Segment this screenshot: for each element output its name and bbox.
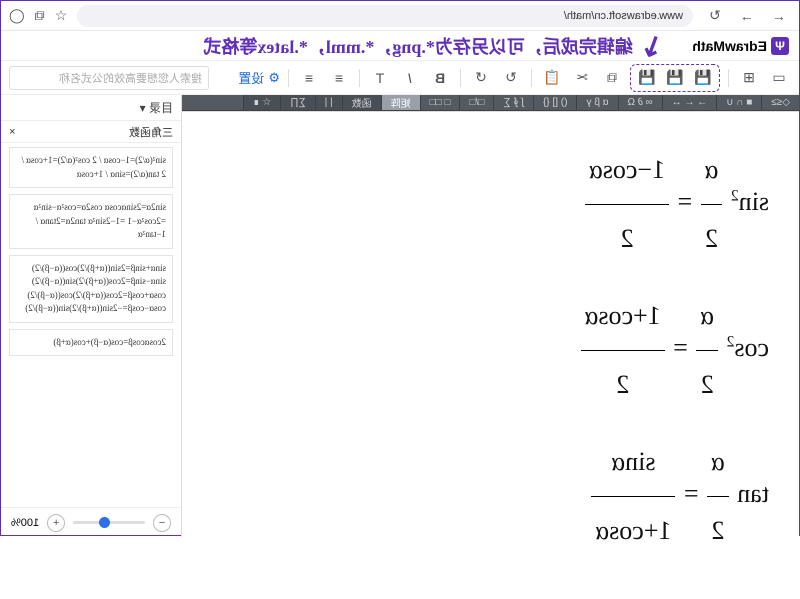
symbol-tab[interactable]: | | bbox=[315, 95, 342, 110]
copy-button[interactable]: ⧉ bbox=[600, 67, 624, 89]
logo-text: EdrawMath bbox=[692, 38, 767, 54]
ext-icon[interactable]: ⧉ bbox=[35, 7, 45, 24]
formula-card[interactable]: 2cosαcosβ=cos(α−β)+cos(α+β) bbox=[9, 329, 173, 357]
address-bar[interactable]: www.edrawsoft.cn/math/ bbox=[77, 5, 693, 27]
nav-fwd-icon[interactable]: → bbox=[735, 5, 759, 27]
browser-chrome: ← → ↻ www.edrawsoft.cn/math/ ☆ ⧉ ◯ bbox=[1, 1, 799, 31]
open-folder-button[interactable]: ▭ bbox=[767, 67, 791, 89]
equation-1: sin2 α2 = 1−cosα2 bbox=[212, 136, 769, 272]
separator bbox=[460, 69, 461, 87]
sidebar-subheader: 三角函数 × bbox=[1, 121, 181, 143]
sidebar-subheader-label: 三角函数 bbox=[129, 124, 173, 140]
cut-button[interactable]: ✂ bbox=[570, 67, 594, 89]
annotation-arrow-icon: ↘ bbox=[635, 26, 670, 66]
logo: Ψ EdrawMath bbox=[692, 37, 789, 55]
top-banner: Ψ EdrawMath ↘ 编辑完成后，可以另存为*.png，*.mml，*.l… bbox=[1, 31, 799, 61]
separator bbox=[728, 69, 729, 87]
symbol-tab[interactable]: □/□ bbox=[460, 95, 494, 110]
sidebar-header-label: 目录 ▾ bbox=[140, 99, 173, 116]
symbol-category-tabs: ◇≤≥■ ∩ ∪→ ← ↔∞ ∂ Ωα β γ() [] {}∫ ∮ ∑□/□□… bbox=[182, 95, 799, 111]
symbol-tab[interactable]: ☆ ∎ bbox=[243, 95, 280, 110]
formula-canvas[interactable]: sin2 α2 = 1−cosα2 cos2 α2 = 1+cosα2 tan … bbox=[182, 112, 799, 599]
symbol-tab[interactable]: ■ ∩ ∪ bbox=[716, 95, 761, 110]
symbol-tab[interactable]: → ← ↔ bbox=[662, 95, 717, 110]
close-icon[interactable]: × bbox=[9, 126, 15, 138]
new-doc-button[interactable]: ⊞ bbox=[737, 67, 761, 89]
equation-3: tan α2 = sinα1+cosα bbox=[212, 428, 769, 564]
equation-2: cos2 α2 = 1+cosα2 bbox=[212, 282, 769, 418]
symbol-tab[interactable]: □ □□ bbox=[420, 95, 460, 110]
symbol-tab[interactable]: ◇≤≥ bbox=[761, 95, 799, 110]
separator bbox=[288, 69, 289, 87]
nav-back-icon[interactable]: ← bbox=[767, 5, 791, 27]
save-as-button-3[interactable]: 💾 bbox=[635, 67, 659, 89]
align-center-button[interactable]: ≡ bbox=[297, 67, 321, 89]
formula-card[interactable]: sin2α=2sinαcosα cos2α=cos²α−sin²α =2cos²… bbox=[9, 194, 173, 249]
annotation-text: 编辑完成后，可以另存为*.png，*.mml，*.latex等格式 bbox=[203, 33, 633, 59]
gear-icon: ⚙ bbox=[268, 70, 280, 86]
italic-button[interactable]: I bbox=[398, 67, 422, 89]
redo-button[interactable]: ↻ bbox=[499, 67, 523, 89]
url-text: www.edrawsoft.cn/math/ bbox=[87, 10, 683, 22]
save-group-callout: 💾 💾 💾 bbox=[630, 64, 720, 92]
zoom-out-button[interactable]: − bbox=[153, 514, 171, 532]
symbol-tab[interactable]: ∞ ∂ Ω bbox=[618, 95, 662, 110]
zoom-control: − + 100% bbox=[1, 507, 181, 537]
zoom-percent: 100% bbox=[11, 517, 39, 529]
separator bbox=[531, 69, 532, 87]
bold-button[interactable]: B bbox=[428, 67, 452, 89]
symbol-tab[interactable]: ∑∏ bbox=[280, 95, 314, 110]
undo-button[interactable]: ↺ bbox=[469, 67, 493, 89]
paste-button[interactable]: 📋 bbox=[540, 67, 564, 89]
save-as-button-2[interactable]: 💾 bbox=[663, 67, 687, 89]
align-left-button[interactable]: ≡ bbox=[327, 67, 351, 89]
settings-label: 设置 bbox=[238, 68, 264, 87]
sidebar: 目录 ▾ 三角函数 × sin²(α/2)=1−cosα / 2 cos²(α/… bbox=[1, 95, 181, 537]
symbol-tab[interactable]: 函数 bbox=[342, 95, 381, 110]
star-icon[interactable]: ☆ bbox=[55, 7, 68, 24]
editor-column: ◇≤≥■ ∩ ∪→ ← ↔∞ ∂ Ωα β γ() [] {}∫ ∮ ∑□/□□… bbox=[181, 95, 799, 537]
zoom-in-button[interactable]: + bbox=[47, 514, 65, 532]
main-toolbar: ▭ ⊞ 💾 💾 💾 ⧉ ✂ 📋 ↻ ↺ B I T ≡ ≡ ⚙ 设置 搜索人您想… bbox=[1, 61, 799, 95]
logo-icon: Ψ bbox=[771, 37, 789, 55]
symbol-tab[interactable]: ∫ ∮ ∑ bbox=[493, 95, 533, 110]
symbol-tab[interactable]: 矩阵 bbox=[381, 95, 420, 110]
zoom-slider[interactable] bbox=[73, 521, 145, 524]
save-as-button-1[interactable]: 💾 bbox=[691, 67, 715, 89]
separator bbox=[359, 69, 360, 87]
search-input[interactable]: 搜索人您想要高效的公式名称 bbox=[9, 66, 209, 90]
symbol-tab[interactable]: () [] {} bbox=[533, 95, 576, 110]
formula-card[interactable]: sin²(α/2)=1−cosα / 2 cos²(α/2)=1+cosα / … bbox=[9, 147, 173, 188]
symbol-tab[interactable]: α β γ bbox=[576, 95, 617, 110]
text-button[interactable]: T bbox=[368, 67, 392, 89]
sidebar-header[interactable]: 目录 ▾ bbox=[1, 95, 181, 121]
user-icon[interactable]: ◯ bbox=[9, 7, 25, 24]
settings-button[interactable]: ⚙ 设置 bbox=[238, 68, 280, 87]
formula-card[interactable]: sinα+sinβ=2sin((α+β)/2)cos((α−β)/2) sinα… bbox=[9, 255, 173, 323]
nav-reload-icon[interactable]: ↻ bbox=[703, 5, 727, 27]
formula-card-list: sin²(α/2)=1−cosα / 2 cos²(α/2)=1+cosα / … bbox=[1, 143, 181, 507]
workspace: ◇≤≥■ ∩ ∪→ ← ↔∞ ∂ Ωα β γ() [] {}∫ ∮ ∑□/□□… bbox=[1, 95, 799, 537]
